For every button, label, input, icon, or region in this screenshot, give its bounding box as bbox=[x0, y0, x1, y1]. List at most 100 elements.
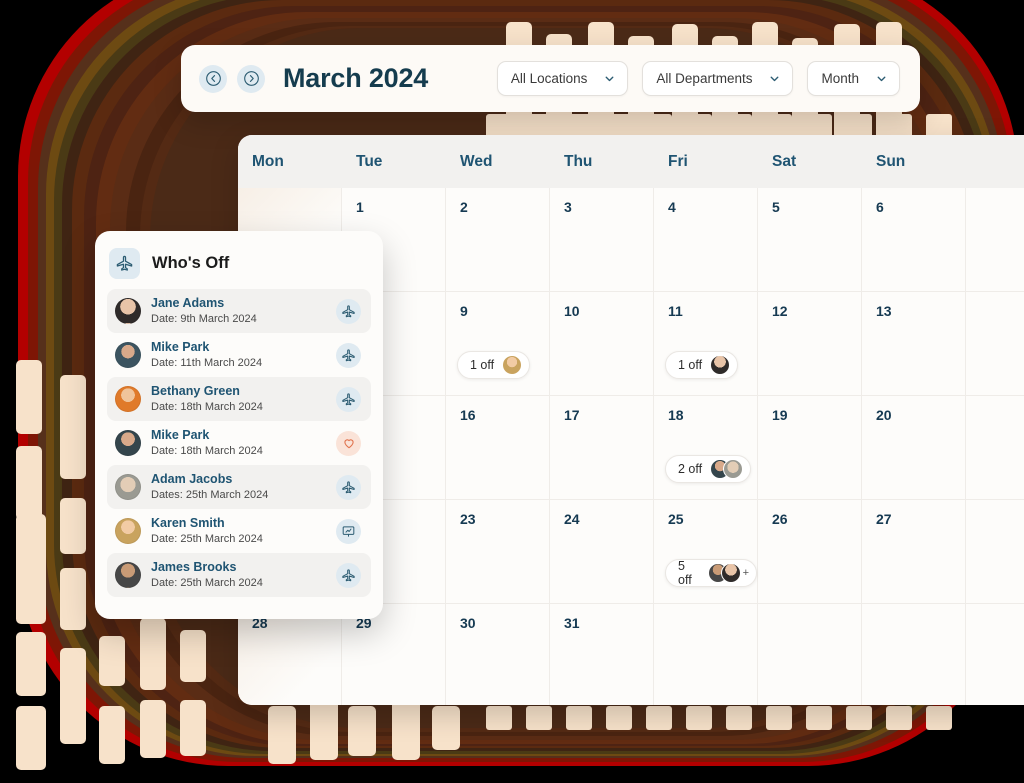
whos-off-row-text: James Brooks Date: 25th March 2024 bbox=[151, 560, 326, 590]
leave-type-badge bbox=[336, 298, 361, 324]
calendar-day-3[interactable]: 3 bbox=[550, 188, 654, 291]
whos-off-row[interactable]: Karen Smith Date: 25th March 2024 bbox=[107, 509, 371, 553]
avatar bbox=[723, 459, 744, 479]
day-off-badge[interactable]: 1 off bbox=[457, 351, 531, 379]
next-month-button[interactable] bbox=[237, 64, 265, 93]
whos-off-row[interactable]: Bethany Green Date: 18th March 2024 bbox=[107, 377, 371, 421]
decorative-stripe bbox=[846, 706, 872, 730]
whos-off-row-text: Mike Park Date: 18th March 2024 bbox=[151, 428, 326, 458]
calendar-day-24[interactable]: 24 bbox=[550, 500, 654, 603]
day-number: 11 bbox=[668, 303, 683, 319]
whos-off-list: Jane Adams Date: 9th March 2024 Mike Par… bbox=[107, 289, 371, 597]
leave-type-badge bbox=[336, 342, 361, 368]
calendar-day-11[interactable]: 11 1 off bbox=[654, 292, 758, 395]
decorative-stripe bbox=[60, 568, 86, 630]
avatar bbox=[720, 563, 741, 583]
day-off-badge[interactable]: 1 off bbox=[665, 351, 739, 379]
day-number: 26 bbox=[772, 511, 788, 527]
calendar-day-18[interactable]: 18 2 off bbox=[654, 396, 758, 499]
decorative-stripe bbox=[16, 632, 46, 696]
decorative-stripe bbox=[766, 706, 792, 730]
calendar-day-16[interactable]: 16 bbox=[446, 396, 550, 499]
employee-name: Jane Adams bbox=[151, 296, 225, 311]
decorative-stripe bbox=[16, 360, 42, 434]
calendar-day-2[interactable]: 2 bbox=[446, 188, 550, 291]
department-filter-value: All Departments bbox=[656, 71, 753, 86]
day-number: 3 bbox=[564, 199, 572, 215]
leave-date: Date: 9th March 2024 bbox=[151, 312, 257, 325]
avatar-group: + bbox=[707, 563, 749, 583]
calendar-day-12[interactable]: 12 bbox=[758, 292, 862, 395]
day-number: 5 bbox=[772, 199, 780, 215]
calendar-day-30[interactable]: 30 bbox=[446, 604, 550, 705]
day-off-badge[interactable]: 5 off + bbox=[665, 559, 757, 587]
day-off-count: 1 off bbox=[678, 358, 703, 372]
decorative-stripe bbox=[268, 706, 296, 764]
location-filter[interactable]: All Locations bbox=[496, 61, 629, 96]
calendar-day-5[interactable]: 5 bbox=[758, 188, 862, 291]
weekday-header-fri: Fri bbox=[668, 152, 688, 170]
calendar-day-4[interactable]: 4 bbox=[654, 188, 758, 291]
calendar-day-23[interactable]: 23 bbox=[446, 500, 550, 603]
weekday-header-sat: Sat bbox=[772, 152, 797, 170]
employee-name: Karen Smith bbox=[151, 516, 225, 531]
chevron-down-icon bbox=[605, 76, 614, 82]
whos-off-row[interactable]: James Brooks Date: 25th March 2024 bbox=[107, 553, 371, 597]
avatar-group bbox=[710, 459, 744, 479]
department-filter[interactable]: All Departments bbox=[642, 61, 794, 96]
prev-month-button[interactable] bbox=[199, 64, 227, 93]
leave-date: Date: 18th March 2024 bbox=[151, 444, 263, 457]
decorative-stripe bbox=[686, 706, 712, 730]
calendar-day-9[interactable]: 9 1 off bbox=[446, 292, 550, 395]
calendar-day-empty[interactable] bbox=[862, 604, 966, 705]
weekday-header-wed: Wed bbox=[460, 152, 493, 170]
airplane-icon bbox=[342, 304, 355, 317]
calendar-day-31[interactable]: 31 bbox=[550, 604, 654, 705]
calendar-day-13[interactable]: 13 bbox=[862, 292, 966, 395]
day-off-badge[interactable]: 2 off bbox=[665, 455, 752, 483]
calendar-day-27[interactable]: 27 bbox=[862, 500, 966, 603]
day-number: 2 bbox=[460, 199, 468, 215]
weekday-header-tue: Tue bbox=[356, 152, 383, 170]
calendar-day-25[interactable]: 25 5 off + bbox=[654, 500, 758, 603]
calendar-day-29[interactable]: 29 bbox=[342, 604, 446, 705]
whos-off-row[interactable]: Jane Adams Date: 9th March 2024 bbox=[107, 289, 371, 333]
decorative-stripe bbox=[526, 706, 552, 730]
avatar bbox=[115, 386, 141, 412]
decorative-stripe bbox=[726, 706, 752, 730]
calendar-day-6[interactable]: 6 bbox=[862, 188, 966, 291]
avatar bbox=[115, 342, 141, 368]
leave-date: Date: 25th March 2024 bbox=[151, 532, 263, 545]
calendar-day-empty[interactable] bbox=[758, 604, 862, 705]
calendar-day-28[interactable]: 28 bbox=[238, 604, 342, 705]
weekday-header-row: Mon Tue Wed Thu Fri Sat Sun bbox=[238, 135, 1024, 188]
calendar-day-19[interactable]: 19 bbox=[758, 396, 862, 499]
employee-name: James Brooks bbox=[151, 560, 237, 575]
whos-off-row[interactable]: Mike Park Date: 18th March 2024 bbox=[107, 421, 371, 465]
day-number: 18 bbox=[668, 407, 684, 423]
employee-name: Bethany Green bbox=[151, 384, 240, 399]
avatar-group bbox=[710, 355, 731, 375]
day-number: 6 bbox=[876, 199, 884, 215]
calendar-header-bar: March 2024 All Locations All Departments M… bbox=[181, 45, 920, 112]
calendar-day-26[interactable]: 26 bbox=[758, 500, 862, 603]
employee-name: Mike Park bbox=[151, 428, 210, 443]
whos-off-row[interactable]: Mike Park Date: 11th March 2024 bbox=[107, 333, 371, 377]
day-off-count: 2 off bbox=[678, 462, 703, 476]
whos-off-row[interactable]: Adam Jacobs Dates: 25th March 2024 bbox=[107, 465, 371, 509]
airplane-icon bbox=[342, 348, 355, 361]
view-filter[interactable]: Month bbox=[807, 61, 900, 96]
decorative-stripe bbox=[140, 618, 166, 690]
decorative-stripe bbox=[60, 648, 86, 744]
calendar-day-10[interactable]: 10 bbox=[550, 292, 654, 395]
decorative-stripe bbox=[140, 700, 166, 758]
calendar-day-20[interactable]: 20 bbox=[862, 396, 966, 499]
leave-type-badge bbox=[336, 386, 361, 412]
decorative-stripe bbox=[926, 706, 952, 730]
decorative-stripe bbox=[180, 700, 206, 756]
decorative-stripe bbox=[886, 706, 912, 730]
decorative-stripe bbox=[806, 706, 832, 730]
calendar-day-empty[interactable] bbox=[654, 604, 758, 705]
decorative-stripe bbox=[16, 514, 46, 624]
calendar-day-17[interactable]: 17 bbox=[550, 396, 654, 499]
